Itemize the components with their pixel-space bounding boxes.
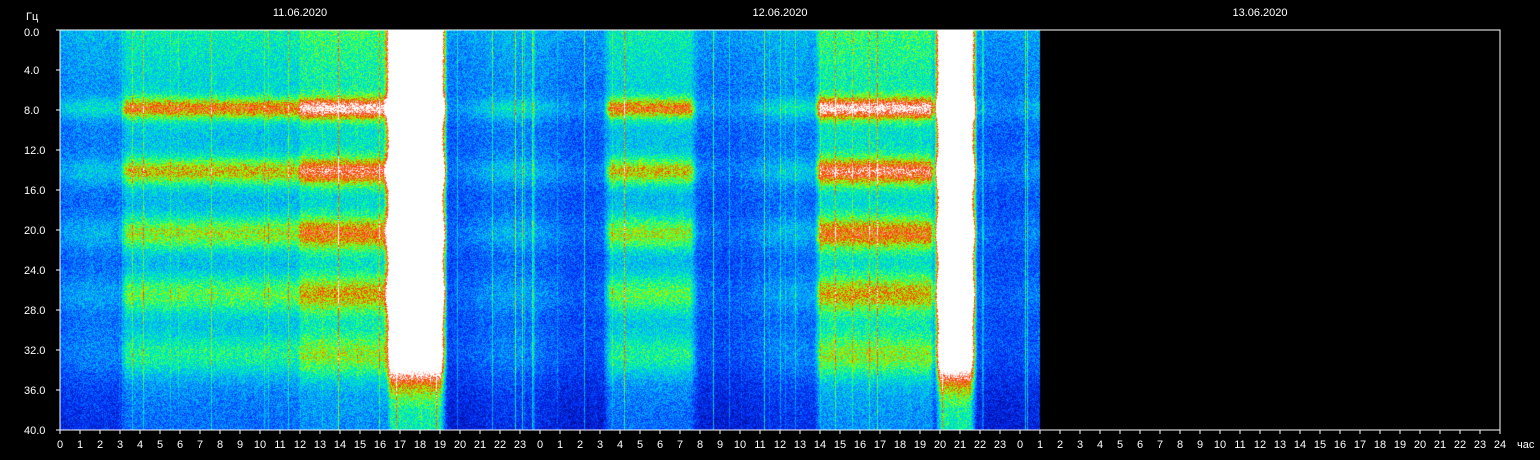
x-tick-label: 21 [954, 439, 966, 451]
spectrogram-chart: Гц час 0.0 4.0 8.0 12.0 16.0 20.0 24.0 28.0 32.0… [0, 0, 1540, 460]
x-tick-label: 0 [57, 439, 63, 451]
y-tick-label: 4.0 [24, 65, 39, 77]
x-tick-label: 3 [597, 439, 603, 451]
x-tick-label: 10 [734, 439, 746, 451]
x-tick-label: 7 [197, 439, 203, 451]
x-tick-label: 0 [537, 439, 543, 451]
x-tick-label: 21 [474, 439, 486, 451]
x-tick-label: 6 [657, 439, 663, 451]
y-tick-label: 24.0 [24, 265, 45, 277]
x-tick-label: 15 [354, 439, 366, 451]
x-tick-label: 20 [1414, 439, 1426, 451]
x-tick-label: 4 [617, 439, 623, 451]
x-tick-label: 17 [394, 439, 406, 451]
x-tick-label: 23 [1474, 439, 1486, 451]
x-tick-label: 9 [1197, 439, 1203, 451]
x-tick-label: 18 [894, 439, 906, 451]
y-tick-label: 36.0 [24, 385, 45, 397]
x-tick-label: 16 [854, 439, 866, 451]
x-tick-label: 11 [754, 439, 765, 451]
x-tick-label: 18 [414, 439, 426, 451]
x-tick-label: 15 [1314, 439, 1326, 451]
x-tick-label: 8 [217, 439, 223, 451]
x-tick-label: 20 [454, 439, 466, 451]
x-tick-label: 13 [794, 439, 806, 451]
x-tick-label: 19 [914, 439, 926, 451]
x-tick-label: 18 [1374, 439, 1386, 451]
x-tick-label: 12 [1254, 439, 1266, 451]
x-tick-label: 14 [334, 439, 346, 451]
x-tick-label: 19 [434, 439, 446, 451]
x-tick-label: 1 [1037, 439, 1043, 451]
x-tick-label: 22 [1454, 439, 1466, 451]
x-tick-label: 13 [1274, 439, 1286, 451]
x-tick-label: 17 [1354, 439, 1366, 451]
x-tick-label: 24 [1494, 439, 1506, 451]
y-tick-label: 32.0 [24, 345, 45, 357]
x-tick-label: 21 [1434, 439, 1446, 451]
x-tick-label: 6 [177, 439, 183, 451]
x-tick-label: 2 [97, 439, 103, 451]
x-tick-label: 10 [254, 439, 266, 451]
x-tick-label: 4 [137, 439, 143, 451]
x-tick-label: 9 [237, 439, 243, 451]
x-tick-label: 23 [994, 439, 1006, 451]
x-tick-label: 0 [1017, 439, 1023, 451]
y-tick-label: 8.0 [24, 105, 39, 117]
x-tick-label: 20 [934, 439, 946, 451]
y-tick-label: 20.0 [24, 225, 45, 237]
y-tick-label: 0.0 [24, 27, 39, 39]
date-label: 13.06.2020 [1232, 7, 1287, 19]
x-tick-label: 9 [717, 439, 723, 451]
x-tick-label: 22 [494, 439, 506, 451]
x-tick-label: 10 [1214, 439, 1226, 451]
x-tick-label: 11 [1234, 439, 1245, 451]
x-tick-label: 16 [374, 439, 386, 451]
x-tick-label: 1 [557, 439, 563, 451]
x-tick-label: 5 [157, 439, 163, 451]
spectrogram-heatmap [60, 30, 1500, 430]
x-tick-label: 7 [1157, 439, 1163, 451]
y-tick-label: 40.0 [24, 425, 45, 437]
x-tick-label: 6 [1137, 439, 1143, 451]
x-tick-label: 5 [637, 439, 643, 451]
x-tick-label: 16 [1334, 439, 1346, 451]
x-tick-label: 3 [1077, 439, 1083, 451]
y-tick-label: 16.0 [24, 185, 45, 197]
x-tick-label: 22 [974, 439, 986, 451]
x-tick-label: 5 [1117, 439, 1123, 451]
y-axis-label: Гц [26, 11, 39, 23]
x-tick-label: 8 [697, 439, 703, 451]
date-label: 12.06.2020 [752, 7, 807, 19]
x-tick-label: 17 [874, 439, 886, 451]
x-tick-label: 11 [274, 439, 285, 451]
x-axis-label: час [1517, 439, 1535, 451]
y-tick-label: 28.0 [24, 305, 45, 317]
x-tick-label: 19 [1394, 439, 1406, 451]
x-tick-label: 1 [77, 439, 83, 451]
x-tick-label: 13 [314, 439, 326, 451]
date-label: 11.06.2020 [273, 7, 327, 19]
x-tick-label: 2 [1057, 439, 1063, 451]
x-tick-label: 2 [577, 439, 583, 451]
x-tick-label: 4 [1097, 439, 1103, 451]
x-tick-label: 7 [677, 439, 683, 451]
y-tick-label: 12.0 [24, 145, 45, 157]
x-tick-label: 14 [814, 439, 826, 451]
x-tick-label: 12 [774, 439, 786, 451]
x-tick-label: 3 [117, 439, 123, 451]
x-tick-label: 15 [834, 439, 846, 451]
x-tick-label: 23 [514, 439, 526, 451]
x-tick-label: 8 [1177, 439, 1183, 451]
x-tick-label: 14 [1294, 439, 1306, 451]
x-tick-label: 12 [294, 439, 306, 451]
